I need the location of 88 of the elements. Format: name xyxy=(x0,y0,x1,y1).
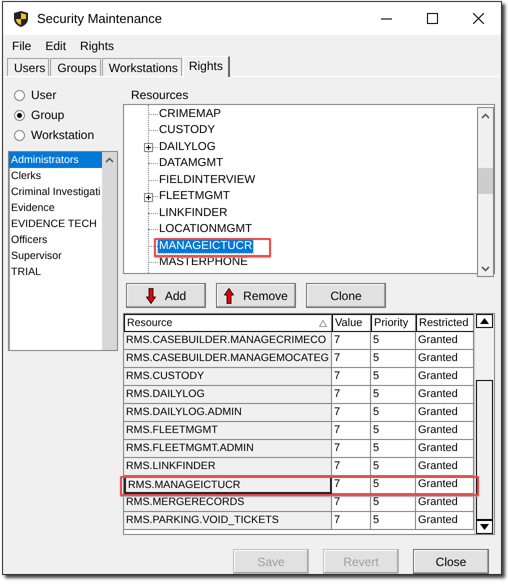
table-cell: 5 xyxy=(371,494,416,512)
table-cell: 5 xyxy=(371,512,416,530)
table-cell: RMS.CASEBUILDER.MANAGEMOCATEG xyxy=(124,350,332,368)
scroll-down-icon xyxy=(480,524,489,530)
table-cell: 5 xyxy=(371,386,416,404)
table-cell: 5 xyxy=(371,350,416,368)
list-item[interactable]: Officers xyxy=(9,232,102,248)
radio-button[interactable] xyxy=(14,110,25,120)
menu-item[interactable]: File xyxy=(12,39,32,55)
column-header[interactable]: Restricted xyxy=(416,314,474,332)
tree-item[interactable]: LINKFINDER xyxy=(158,206,228,220)
table-cell: 7 xyxy=(332,332,371,350)
table-cell: 5 xyxy=(371,476,416,494)
scroll-up-icon xyxy=(105,156,114,162)
list-item[interactable]: EVIDENCE TECH xyxy=(9,216,102,232)
tab[interactable]: Users xyxy=(7,58,50,76)
window-title: Security Maintenance xyxy=(37,11,164,26)
list-item[interactable]: TRIAL xyxy=(9,264,102,280)
scroll-up-icon xyxy=(481,112,490,118)
table-cell: 7 xyxy=(332,350,371,368)
radio-label[interactable]: Workstation xyxy=(31,128,94,142)
table-cell: 7 xyxy=(332,404,371,422)
scrollbar[interactable] xyxy=(474,314,494,534)
action-button[interactable]: Add xyxy=(126,283,206,308)
table-cell: 7 xyxy=(332,476,371,494)
maximize-icon[interactable] xyxy=(426,13,438,24)
radio-button[interactable] xyxy=(14,130,25,140)
scroll-down-icon xyxy=(481,266,490,272)
tree-item[interactable]: MASTERPHONE xyxy=(158,256,249,270)
close-icon[interactable] xyxy=(472,13,484,24)
tree-item[interactable]: DAILYLOG xyxy=(158,140,217,154)
tab[interactable]: Workstations xyxy=(102,58,182,76)
table-cell: 5 xyxy=(371,368,416,386)
up-arrow-icon xyxy=(224,288,234,304)
table-cell: RMS.CUSTODY xyxy=(124,368,332,386)
table-cell: RMS.PARKING.VOID_TICKETS xyxy=(124,512,332,530)
section-label: Resources xyxy=(130,87,190,102)
menu-item[interactable]: Rights xyxy=(80,39,114,55)
list-item[interactable]: Clerks xyxy=(9,168,102,184)
table-cell: 7 xyxy=(332,494,371,512)
column-header[interactable]: Priority xyxy=(371,314,416,332)
table-cell: RMS.FLEETMGMT xyxy=(124,422,332,440)
table-cell: RMS.FLEETMGMT.ADMIN xyxy=(124,440,332,458)
tree-item[interactable]: CRIMEMAP xyxy=(158,108,222,121)
radio-label[interactable]: Group xyxy=(31,108,64,122)
tree-item[interactable]: CUSTODY xyxy=(158,124,216,138)
column-header[interactable]: Value xyxy=(332,314,371,332)
tree-item[interactable]: MANAGEICTUCR xyxy=(158,240,254,253)
down-arrow-icon xyxy=(146,288,156,304)
radio-label[interactable]: User xyxy=(31,88,56,102)
list-item[interactable]: Criminal Investigati xyxy=(9,184,102,200)
table-cell: RMS.DAILYLOG xyxy=(124,386,332,404)
table-cell: 5 xyxy=(371,422,416,440)
list-item[interactable]: Supervisor xyxy=(9,248,102,264)
table-cell: 7 xyxy=(332,422,371,440)
table-cell: 5 xyxy=(371,332,416,350)
table-cell: RMS.CASEBUILDER.MANAGECRIMECO xyxy=(124,332,332,350)
action-button[interactable]: Clone xyxy=(306,283,386,308)
table-cell: 5 xyxy=(371,404,416,422)
tree-item[interactable]: DATAMGMT xyxy=(158,157,224,170)
table-cell: 5 xyxy=(371,440,416,458)
table-cell: RMS.DAILYLOG.ADMIN xyxy=(124,404,332,422)
table-cell: 7 xyxy=(332,458,371,476)
scroll-thumb[interactable] xyxy=(476,380,493,520)
tree-item[interactable]: FLEETMGMT xyxy=(158,190,231,204)
column-header[interactable]: Resource xyxy=(124,314,332,332)
table-cell: RMS.LINKFINDER xyxy=(124,458,332,476)
sort-icon xyxy=(319,320,327,326)
scrollbar[interactable] xyxy=(477,107,494,277)
table-cell: 7 xyxy=(332,386,371,404)
radio-button[interactable] xyxy=(14,90,25,100)
tab[interactable]: Rights xyxy=(182,56,230,77)
scroll-thumb[interactable] xyxy=(478,168,493,194)
tab[interactable]: Groups xyxy=(50,58,101,76)
table-cell: 7 xyxy=(332,440,371,458)
tree-item[interactable]: FIELDINTERVIEW xyxy=(158,174,256,187)
list-item[interactable]: Evidence xyxy=(9,200,102,216)
list-item[interactable]: Administrators xyxy=(9,152,102,168)
table-cell: 7 xyxy=(332,512,371,530)
menu-item[interactable]: Edit xyxy=(45,39,66,55)
tree-item[interactable]: LOCATIONMGMT xyxy=(158,223,254,236)
scroll-up-icon xyxy=(480,318,489,324)
scrollbar[interactable] xyxy=(102,152,117,350)
table-cell: 7 xyxy=(332,368,371,386)
shield-icon xyxy=(13,10,29,28)
action-button[interactable]: Remove xyxy=(216,283,296,308)
table-cell: 5 xyxy=(371,458,416,476)
dialog-button[interactable]: Close xyxy=(413,549,489,574)
